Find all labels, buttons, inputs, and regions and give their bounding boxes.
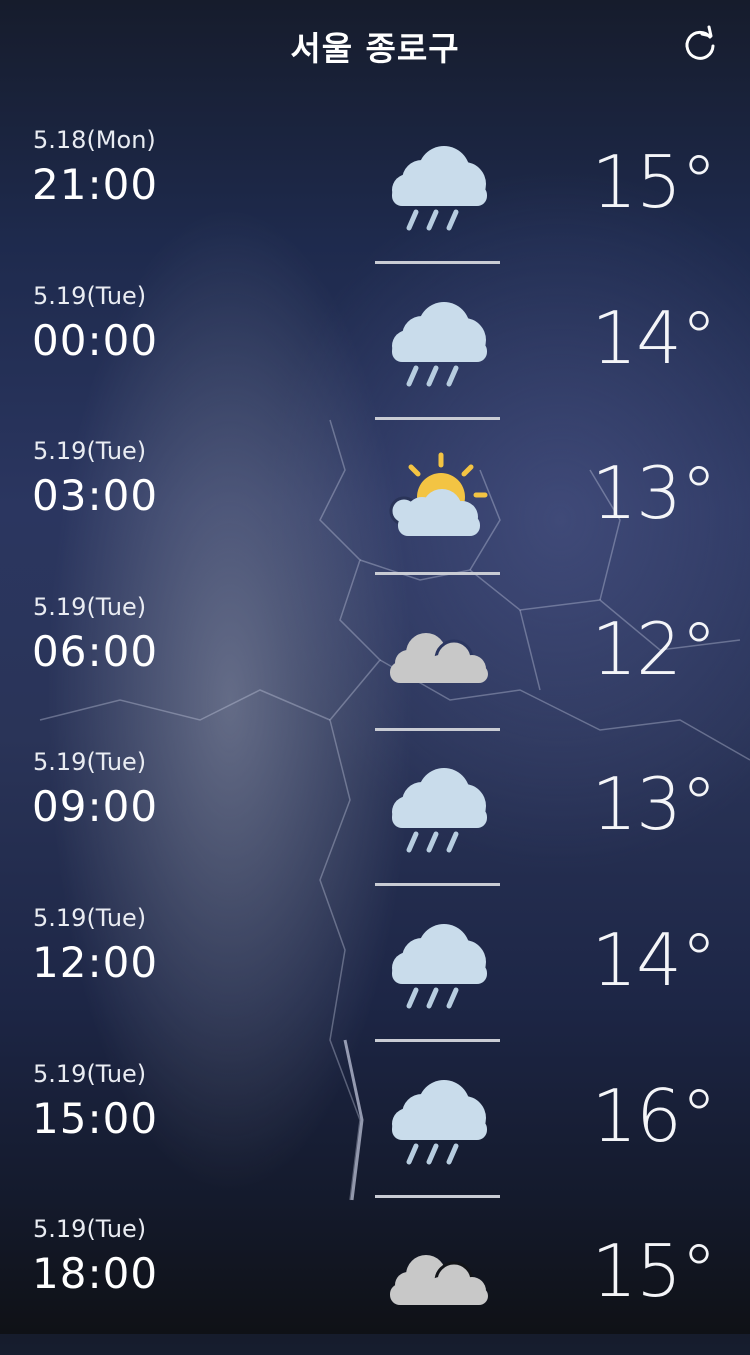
forecast-date: 5.19(Tue) — [33, 437, 147, 466]
row-divider — [375, 883, 500, 887]
forecast-temp: 15° — [591, 1229, 717, 1314]
forecast-temp: 16° — [591, 1073, 717, 1158]
forecast-time: 00:00 — [32, 315, 159, 365]
row-divider — [375, 416, 500, 420]
cloudy-icon — [390, 1255, 488, 1306]
forecast-temp: 14° — [591, 917, 717, 1002]
forecast-row: 5.19(Tue) 09:00 13° — [0, 732, 750, 888]
forecast-row: 5.19(Tue) 00:00 14° — [0, 266, 750, 422]
location-title: 서울 종로구 — [290, 29, 460, 68]
row-divider — [375, 572, 500, 576]
rain-icon — [392, 301, 487, 387]
forecast-date: 5.19(Tue) — [33, 748, 147, 777]
row-divider — [375, 727, 500, 731]
forecast-row: 5.19(Tue) 12:00 14° — [0, 888, 750, 1044]
forecast-row: 5.19(Tue) 03:00 13° — [0, 421, 750, 577]
forecast-time: 18:00 — [32, 1249, 159, 1299]
forecast-date: 5.19(Tue) — [33, 1215, 147, 1244]
header-bar: 서울 종로구 — [0, 0, 750, 90]
forecast-time: 06:00 — [32, 626, 159, 676]
forecast-time: 21:00 — [32, 160, 159, 209]
forecast-temp: 15° — [591, 140, 717, 224]
forecast-row: 5.19(Tue) 18:00 15° — [0, 1199, 750, 1355]
forecast-temp: 13° — [591, 762, 717, 847]
row-divider — [375, 1194, 500, 1198]
forecast-time: 03:00 — [32, 471, 159, 521]
forecast-list: 5.18(Mon) 21:00 15° 5.19(Tue) 00:00 14° … — [0, 110, 750, 1355]
forecast-row: 5.19(Tue) 06:00 12° — [0, 577, 750, 733]
forecast-time: 09:00 — [32, 782, 159, 832]
forecast-temp: 14° — [591, 295, 717, 380]
rain-icon — [392, 923, 487, 1009]
forecast-date: 5.18(Mon) — [33, 126, 156, 154]
forecast-date: 5.19(Tue) — [33, 281, 147, 310]
forecast-date: 5.19(Tue) — [33, 903, 147, 932]
forecast-date: 5.19(Tue) — [33, 1059, 147, 1088]
forecast-time: 12:00 — [32, 937, 159, 987]
rain-icon — [392, 1079, 487, 1165]
refresh-icon[interactable] — [680, 24, 720, 64]
forecast-row: 5.18(Mon) 21:00 15° — [0, 110, 750, 266]
rain-icon — [392, 768, 487, 853]
row-divider — [375, 261, 500, 264]
partly-sunny-icon — [389, 452, 488, 537]
forecast-time: 15:00 — [32, 1093, 159, 1143]
forecast-temp: 12° — [591, 606, 717, 691]
rain-icon — [392, 146, 487, 231]
forecast-row: 5.19(Tue) 15:00 16° — [0, 1044, 750, 1200]
cloudy-icon — [390, 632, 488, 683]
forecast-temp: 13° — [591, 451, 717, 536]
forecast-date: 5.19(Tue) — [33, 592, 147, 621]
row-divider — [375, 1038, 500, 1042]
